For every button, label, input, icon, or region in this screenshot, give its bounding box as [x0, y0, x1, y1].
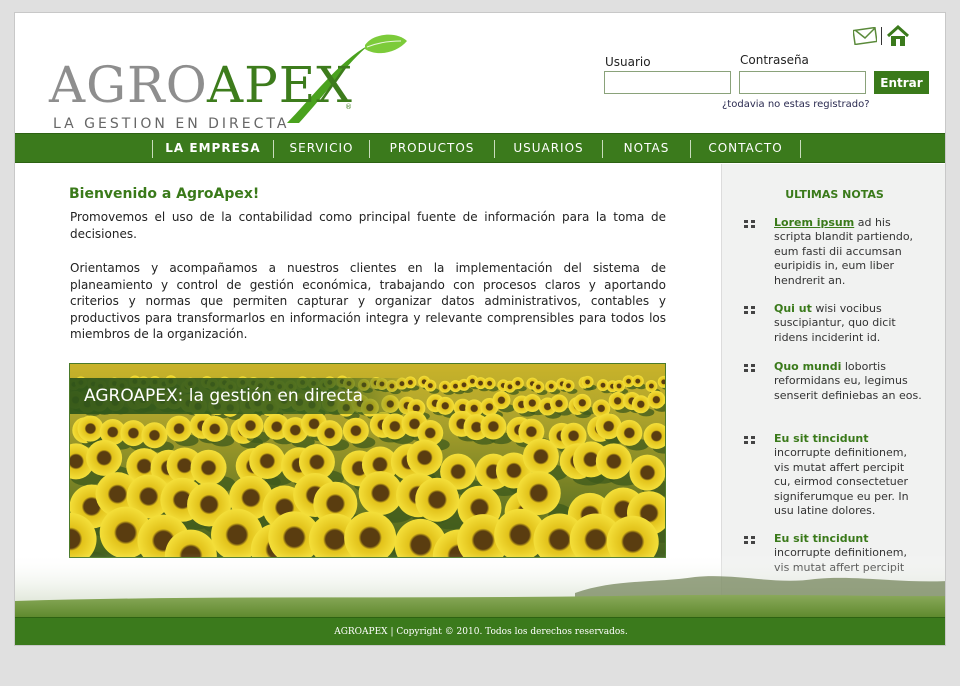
site-logo[interactable]: AGRO APEX ® LA GESTION EN DIRECTA [49, 31, 409, 141]
password-input[interactable] [739, 71, 866, 94]
note-title[interactable]: Lorem ipsum [774, 216, 854, 229]
username-label: Usuario [605, 55, 651, 69]
note-item[interactable]: Qui ut wisi vocibus suscipiantur, quo di… [774, 302, 924, 345]
landscape-decoration [15, 553, 945, 617]
note-item[interactable]: Quo mundi lobortis reformidans eu, legim… [774, 360, 924, 403]
nav-item-usuarios[interactable]: USUARIOS [495, 134, 602, 164]
nav-divider [800, 140, 801, 158]
banner-caption: AGROAPEX: la gestión en directa [70, 378, 410, 414]
home-icon[interactable] [886, 25, 910, 47]
note-title[interactable]: Eu sit tincidunt [774, 432, 869, 445]
nav-item-la-empresa[interactable]: LA EMPRESA [153, 134, 273, 164]
logo-tagline: LA GESTION EN DIRECTA [53, 116, 290, 132]
note-text: incorrupte definitionem, vis mutat affer… [774, 446, 909, 518]
note-title[interactable]: Eu sit tincidunt [774, 532, 869, 545]
login-button[interactable]: Entrar [874, 71, 929, 94]
services-paragraph: Orientamos y acompañamos a nuestros clie… [70, 261, 666, 341]
bullet-dots-icon [744, 364, 755, 372]
nav-item-servicio[interactable]: SERVICIO [274, 134, 369, 164]
nav-item-notas[interactable]: NOTAS [603, 134, 690, 164]
password-label: Contraseña [740, 53, 809, 67]
header-icons [853, 25, 910, 47]
username-input[interactable] [604, 71, 731, 94]
bullet-dots-icon [744, 306, 755, 314]
note-title[interactable]: Qui ut [774, 302, 812, 315]
intro-paragraph: Promovemos el uso de la contabilidad com… [70, 210, 666, 241]
site-footer: AGROAPEX | Copyright © 2010. Todos los d… [15, 617, 945, 645]
main-nav: LA EMPRESA SERVICIO PRODUCTOS USUARIOS N… [15, 133, 945, 164]
bullet-dots-icon [744, 220, 755, 228]
page-frame: AGRO APEX ® LA GESTION EN DIRECTA Usuari… [14, 12, 946, 646]
bullet-dots-icon [744, 536, 755, 544]
sidebar-title: ULTIMAS NOTAS [785, 188, 884, 201]
icon-separator [881, 27, 882, 45]
logo-text-apex: APEX [207, 56, 353, 114]
nav-item-productos[interactable]: PRODUCTOS [370, 134, 494, 164]
note-item[interactable]: Lorem ipsum ad his scripta blandit parti… [774, 216, 924, 288]
sunflower-banner: AGROAPEX: la gestión en directa [69, 363, 666, 558]
note-title[interactable]: Quo mundi [774, 360, 841, 373]
bullet-dots-icon [744, 436, 755, 444]
register-link[interactable]: ¿todavia no estas registrado? [722, 99, 870, 110]
welcome-heading: Bienvenido a AgroApex! [69, 186, 260, 202]
nav-item-contacto[interactable]: CONTACTO [691, 134, 800, 164]
note-item[interactable]: Eu sit tincidunt incorrupte definitionem… [774, 432, 924, 518]
logo-text-agro: AGRO [49, 56, 208, 114]
registered-mark: ® [345, 103, 352, 111]
mail-icon[interactable] [853, 27, 877, 45]
latest-notes-sidebar: ULTIMAS NOTAS Lorem ipsum ad his scripta… [721, 164, 945, 614]
